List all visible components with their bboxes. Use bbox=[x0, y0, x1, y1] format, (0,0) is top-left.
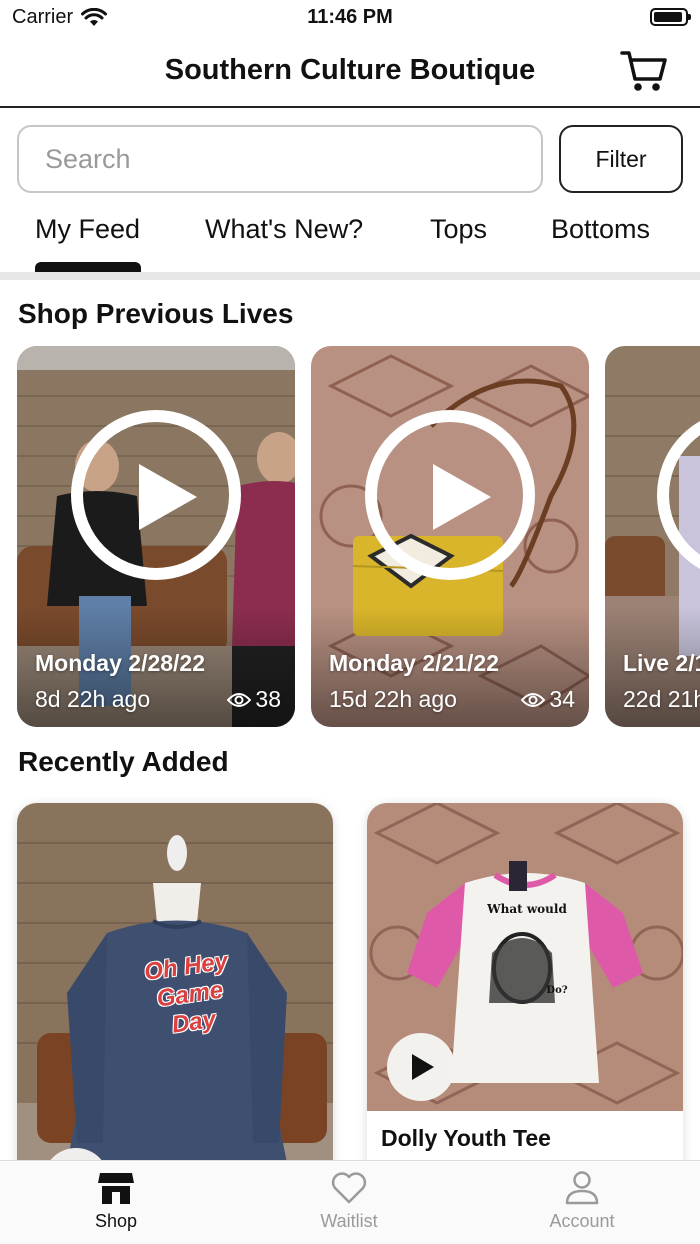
heart-icon bbox=[331, 1172, 367, 1204]
previous-lives-heading: Shop Previous Lives bbox=[18, 298, 294, 329]
play-icon[interactable] bbox=[71, 410, 241, 580]
nav-account[interactable]: Account bbox=[522, 1169, 642, 1232]
app-header: Southern Culture Boutique bbox=[0, 36, 700, 108]
live-date: Live 2/1 bbox=[623, 650, 700, 676]
product-card[interactable]: Oh Hey Game Day bbox=[17, 803, 333, 1203]
nav-waitlist[interactable]: Waitlist bbox=[289, 1169, 409, 1232]
recently-added-heading: Recently Added bbox=[18, 746, 229, 777]
store-icon bbox=[98, 1173, 134, 1204]
live-time-ago: 15d 22h ago bbox=[329, 686, 457, 712]
nav-label: Shop bbox=[94, 1211, 138, 1231]
cart-icon bbox=[620, 51, 667, 91]
play-icon bbox=[412, 1054, 434, 1080]
person-icon bbox=[565, 1171, 599, 1205]
search-input[interactable]: Search bbox=[17, 125, 543, 193]
view-count: 34 bbox=[521, 686, 575, 713]
store-title: Southern Culture Boutique bbox=[164, 54, 536, 86]
play-icon[interactable] bbox=[365, 410, 535, 580]
nav-label: Waitlist bbox=[320, 1211, 378, 1231]
live-video-card[interactable]: Monday 2/21/22 15d 22h ago 34 bbox=[311, 346, 589, 727]
tab-my-feed[interactable]: My Feed bbox=[35, 214, 140, 245]
tab-tops[interactable]: Tops bbox=[430, 214, 487, 245]
live-date: Monday 2/21/22 bbox=[329, 650, 500, 676]
category-tabs: My Feed What's New? Tops Bottoms bbox=[0, 200, 700, 280]
tab-whats-new[interactable]: What's New? bbox=[205, 214, 363, 245]
graphic-text: Oh Hey Game Day bbox=[142, 947, 230, 1039]
search-placeholder: Search bbox=[45, 143, 131, 174]
live-time-ago: 8d 22h ago bbox=[35, 686, 151, 712]
live-video-card[interactable]: Monday 2/28/22 8d 22h ago 38 bbox=[17, 346, 295, 727]
graphic-text: What would bbox=[487, 902, 567, 916]
tabs-divider bbox=[0, 272, 700, 280]
bottom-tab-bar: Shop Waitlist Account bbox=[0, 1160, 700, 1244]
view-count: 38 bbox=[227, 686, 281, 713]
graphic-text: Do? bbox=[546, 985, 568, 996]
status-time: 11:46 PM bbox=[307, 6, 393, 28]
eye-icon bbox=[227, 692, 252, 707]
status-bar: Carrier 11:46 PM bbox=[0, 0, 700, 36]
battery-icon bbox=[650, 8, 691, 26]
play-button[interactable] bbox=[387, 1033, 455, 1101]
tab-bottoms[interactable]: Bottoms bbox=[551, 214, 650, 245]
nav-shop[interactable]: Shop bbox=[56, 1169, 176, 1232]
view-count-value: 38 bbox=[255, 686, 281, 712]
live-time-ago: 22d 21h bbox=[623, 686, 700, 712]
cart-button[interactable] bbox=[620, 48, 668, 94]
nav-label: Account bbox=[549, 1211, 615, 1231]
eye-icon bbox=[521, 692, 546, 707]
live-video-card[interactable]: Live 2/1 22d 21h bbox=[605, 346, 700, 727]
product-card[interactable]: What would Do? Dolly Youth Tee bbox=[367, 803, 683, 1203]
filter-button[interactable]: Filter bbox=[559, 125, 683, 193]
view-count-value: 34 bbox=[549, 686, 575, 712]
live-date: Monday 2/28/22 bbox=[35, 650, 206, 676]
product-name: Dolly Youth Tee bbox=[381, 1125, 551, 1151]
